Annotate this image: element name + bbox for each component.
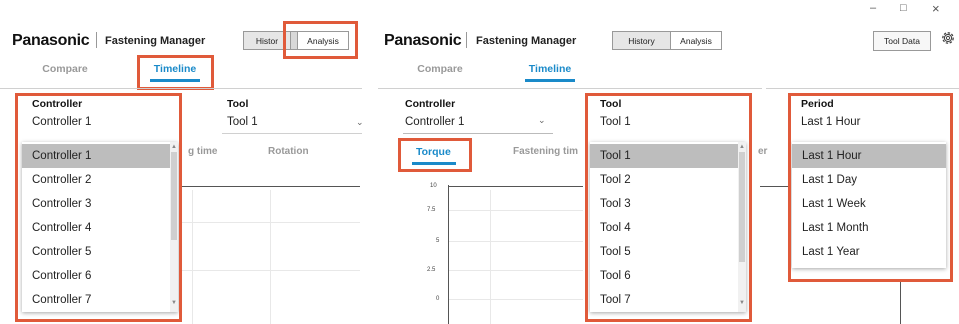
- history-button[interactable]: History: [613, 32, 671, 49]
- brand-logo: Panasonic: [384, 32, 462, 49]
- tabs-divider: [766, 88, 959, 89]
- chart-gridline: [270, 190, 271, 324]
- y-tick-label: 10: [430, 183, 437, 189]
- highlight-torque: [398, 138, 472, 172]
- controller-underline: [403, 133, 553, 134]
- chart-top-border: [448, 186, 583, 187]
- chart-gridline: [180, 222, 360, 223]
- analysis-button[interactable]: Analysis: [671, 32, 721, 49]
- tabs-divider: [378, 88, 762, 89]
- chart-gridline: [449, 270, 583, 271]
- chart-y-axis: [448, 185, 449, 324]
- chart-gridline: [180, 270, 360, 271]
- tool-data-button[interactable]: Tool Data: [873, 31, 931, 51]
- tab-compare[interactable]: Compare: [405, 63, 475, 75]
- gear-icon[interactable]: [940, 30, 956, 51]
- tab-fastening-time[interactable]: g time: [188, 146, 217, 157]
- highlight-analysis: [283, 21, 358, 59]
- chart-gridline: [449, 241, 583, 242]
- y-tick-label: 0: [436, 296, 440, 302]
- tool-underline: [222, 133, 362, 134]
- chevron-down-icon[interactable]: ⌄: [356, 117, 364, 128]
- view-switch: History Analysis: [612, 31, 722, 50]
- y-tick-label: 2.5: [427, 267, 436, 273]
- tool-select[interactable]: Tool 1: [227, 116, 258, 128]
- controller-select[interactable]: Controller 1: [405, 116, 464, 128]
- tab-partial: er: [758, 146, 768, 157]
- highlight-tool: [585, 93, 752, 322]
- tab-fastening-time[interactable]: Fastening tim: [513, 146, 578, 157]
- chart-gridline: [192, 190, 193, 324]
- y-tick-label: 7.5: [427, 207, 436, 213]
- chart-top-border: [760, 186, 790, 187]
- minimize-button[interactable]: –: [870, 2, 876, 14]
- chart-top-border: [180, 186, 360, 187]
- controller-label: Controller: [405, 98, 456, 110]
- chart-line: [900, 282, 901, 324]
- brand-logo: Panasonic: [12, 32, 90, 49]
- chevron-down-icon[interactable]: ⌄: [538, 115, 546, 126]
- tab-timeline[interactable]: Timeline: [515, 63, 585, 75]
- highlight-controller: [15, 93, 182, 322]
- tool-label: Tool: [227, 98, 249, 110]
- close-button[interactable]: ×: [932, 1, 940, 16]
- maximize-button[interactable]: □: [900, 2, 907, 14]
- app-title: Fastening Manager: [105, 35, 206, 47]
- chart-gridline: [449, 299, 583, 300]
- tab-timeline-indicator: [525, 79, 575, 82]
- header-divider: [96, 32, 97, 48]
- y-tick-label: 5: [436, 238, 440, 244]
- tab-rotation[interactable]: Rotation: [268, 146, 309, 157]
- tabs-divider: [0, 88, 362, 89]
- header-divider: [466, 32, 467, 48]
- highlight-period: [788, 93, 953, 282]
- tab-compare[interactable]: Compare: [30, 63, 100, 75]
- chart-gridline: [449, 210, 583, 211]
- highlight-timeline: [137, 55, 214, 90]
- app-title: Fastening Manager: [476, 35, 577, 47]
